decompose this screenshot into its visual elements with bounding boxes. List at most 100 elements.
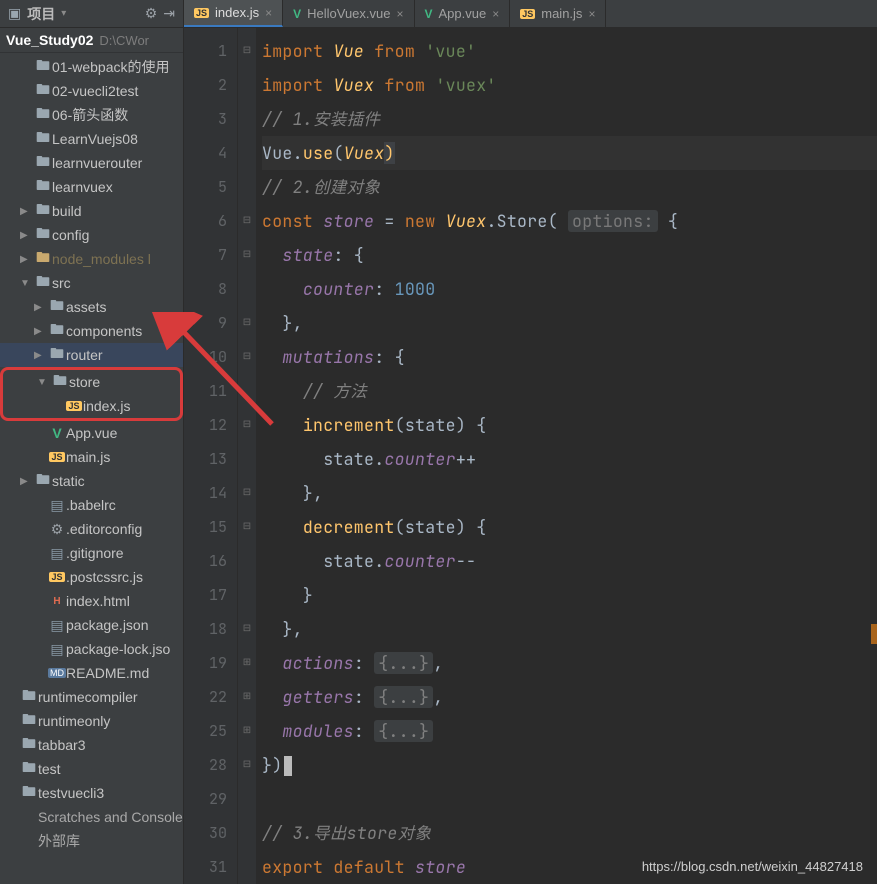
tree-item[interactable]: ▶JS.postcssrc.js	[0, 565, 183, 589]
tree-item-label: 06-箭头函数	[52, 105, 128, 125]
editor-area: JSindex.js×VHelloVuex.vue×VApp.vue×JSmai…	[184, 0, 877, 884]
fold-marker[interactable]: ⊟	[238, 306, 256, 340]
tree-item[interactable]: ▶⚙.editorconfig	[0, 517, 183, 541]
tree-item[interactable]: ▶🖿02-vuecli2test	[0, 79, 183, 103]
tree-item[interactable]: ▶🖿node_modules l	[0, 247, 183, 271]
vue-file-icon: V	[48, 425, 66, 441]
collapse-icon[interactable]: ⇥	[163, 5, 175, 22]
line-number: 12	[184, 408, 227, 442]
line-number: 15	[184, 510, 227, 544]
tree-item[interactable]: ▶▤.babelrc	[0, 493, 183, 517]
fold-marker[interactable]: ⊟	[238, 204, 256, 238]
chevron-down-icon[interactable]: ▼	[20, 278, 34, 289]
tree-item-label: runtimecompiler	[38, 689, 138, 705]
tab-label: App.vue	[439, 6, 487, 21]
tree-item[interactable]: ▼🖿store	[3, 370, 180, 394]
tree-item-label: test	[38, 761, 61, 777]
tree-item[interactable]: ▶🖿runtimecompiler	[0, 685, 183, 709]
tree-item[interactable]: ▶🖿01-webpack的使用	[0, 55, 183, 79]
tree-item[interactable]: ▶🖿runtimeonly	[0, 709, 183, 733]
tree-item[interactable]: ▶🖿learnvuex	[0, 175, 183, 199]
close-icon[interactable]: ×	[588, 7, 595, 21]
tree-item[interactable]: ▶🖿learnvuerouter	[0, 151, 183, 175]
chevron-down-icon[interactable]: ▼	[37, 377, 51, 388]
fold-marker[interactable]: ⊟	[238, 340, 256, 374]
tree-item-label: tabbar3	[38, 737, 85, 753]
fold-marker	[238, 272, 256, 306]
editor-tab[interactable]: JSindex.js×	[184, 0, 283, 27]
fold-marker[interactable]: ⊞	[238, 714, 256, 748]
close-icon[interactable]: ×	[396, 7, 403, 21]
tree-item[interactable]: ▶🖿assets	[0, 295, 183, 319]
folder-icon: 🖿	[20, 757, 38, 781]
tree-item[interactable]: ▶🖿router	[0, 343, 183, 367]
tab-label: HelloVuex.vue	[307, 6, 390, 21]
folder-icon: 🖿	[34, 79, 52, 103]
fold-marker[interactable]: ⊟	[238, 510, 256, 544]
fold-marker[interactable]: ⊟	[238, 748, 256, 782]
fold-marker[interactable]: ⊟	[238, 476, 256, 510]
chevron-right-icon[interactable]: ▶	[34, 302, 48, 313]
tree-item[interactable]: ▶🖿LearnVuejs08	[0, 127, 183, 151]
chevron-right-icon[interactable]: ▶	[20, 254, 34, 265]
tree-item[interactable]: ▶▤package.json	[0, 613, 183, 637]
tree-item[interactable]: ▶Scratches and Console	[0, 805, 183, 829]
tree-item[interactable]: ▶JSindex.js	[3, 394, 180, 418]
fold-marker	[238, 850, 256, 884]
fold-marker[interactable]: ⊞	[238, 646, 256, 680]
tree-item-label: store	[69, 374, 100, 390]
tree-item-label: runtimeonly	[38, 713, 110, 729]
tree-item[interactable]: ▶🖿test	[0, 757, 183, 781]
fold-marker	[238, 544, 256, 578]
folder-icon: 🖿	[48, 295, 66, 319]
tree-item[interactable]: ▶▤.gitignore	[0, 541, 183, 565]
tree-item[interactable]: ▶🖿components	[0, 319, 183, 343]
editor-tab[interactable]: VApp.vue×	[415, 0, 511, 27]
chevron-right-icon[interactable]: ▶	[20, 476, 34, 487]
tree-item[interactable]: ▶🖿config	[0, 223, 183, 247]
fold-marker[interactable]: ⊟	[238, 238, 256, 272]
editor-tab[interactable]: VHelloVuex.vue×	[283, 0, 414, 27]
tree-item-label: 外部库	[38, 831, 80, 851]
tree-item-label: index.html	[66, 593, 130, 609]
line-number: 29	[184, 782, 227, 816]
tree-item[interactable]: ▶▤package-lock.jso	[0, 637, 183, 661]
chevron-right-icon[interactable]: ▶	[34, 326, 48, 337]
tree-item[interactable]: ▶🖿tabbar3	[0, 733, 183, 757]
fold-marker[interactable]: ⊞	[238, 680, 256, 714]
js-file-icon: JS	[48, 572, 66, 582]
fold-marker	[238, 374, 256, 408]
dropdown-arrow-icon[interactable]: ▾	[61, 8, 66, 19]
line-number: 4	[184, 136, 227, 170]
chevron-right-icon[interactable]: ▶	[34, 350, 48, 361]
tree-item-label: config	[52, 227, 89, 243]
tree-item[interactable]: ▶🖿static	[0, 469, 183, 493]
tree-item[interactable]: ▶VApp.vue	[0, 421, 183, 445]
fold-marker[interactable]: ⊟	[238, 612, 256, 646]
tree-item[interactable]: ▶MDREADME.md	[0, 661, 183, 685]
tree-item[interactable]: ▼🖿src	[0, 271, 183, 295]
js-file-icon: JS	[48, 452, 66, 462]
gear-icon[interactable]: ⚙	[145, 5, 158, 22]
tree-item[interactable]: ▶JSmain.js	[0, 445, 183, 469]
chevron-right-icon[interactable]: ▶	[20, 206, 34, 217]
file-icon: ▤	[48, 617, 66, 634]
close-icon[interactable]: ×	[492, 7, 499, 21]
close-icon[interactable]: ×	[265, 6, 272, 20]
project-root-row[interactable]: Vue_Study02 D:\CWor	[0, 28, 183, 53]
code-content[interactable]: import Vue from 'vue' import Vuex from '…	[256, 28, 877, 884]
scrollbar-warning-marker[interactable]	[871, 624, 877, 644]
fold-marker[interactable]: ⊟	[238, 408, 256, 442]
fold-marker	[238, 136, 256, 170]
chevron-right-icon[interactable]: ▶	[20, 230, 34, 241]
editor-tab[interactable]: JSmain.js×	[510, 0, 606, 27]
tree-item[interactable]: ▶🖿build	[0, 199, 183, 223]
tree-item[interactable]: ▶🖿06-箭头函数	[0, 103, 183, 127]
fold-marker[interactable]: ⊟	[238, 34, 256, 68]
tree-item[interactable]: ▶外部库	[0, 829, 183, 853]
tree-item[interactable]: ▶🖿testvuecli3	[0, 781, 183, 805]
line-number: 31	[184, 850, 227, 884]
line-number-gutter: 1234567891011121314151617181922252829303…	[184, 28, 238, 884]
folder-icon: 🖿	[51, 370, 69, 394]
tree-item[interactable]: ▶Hindex.html	[0, 589, 183, 613]
